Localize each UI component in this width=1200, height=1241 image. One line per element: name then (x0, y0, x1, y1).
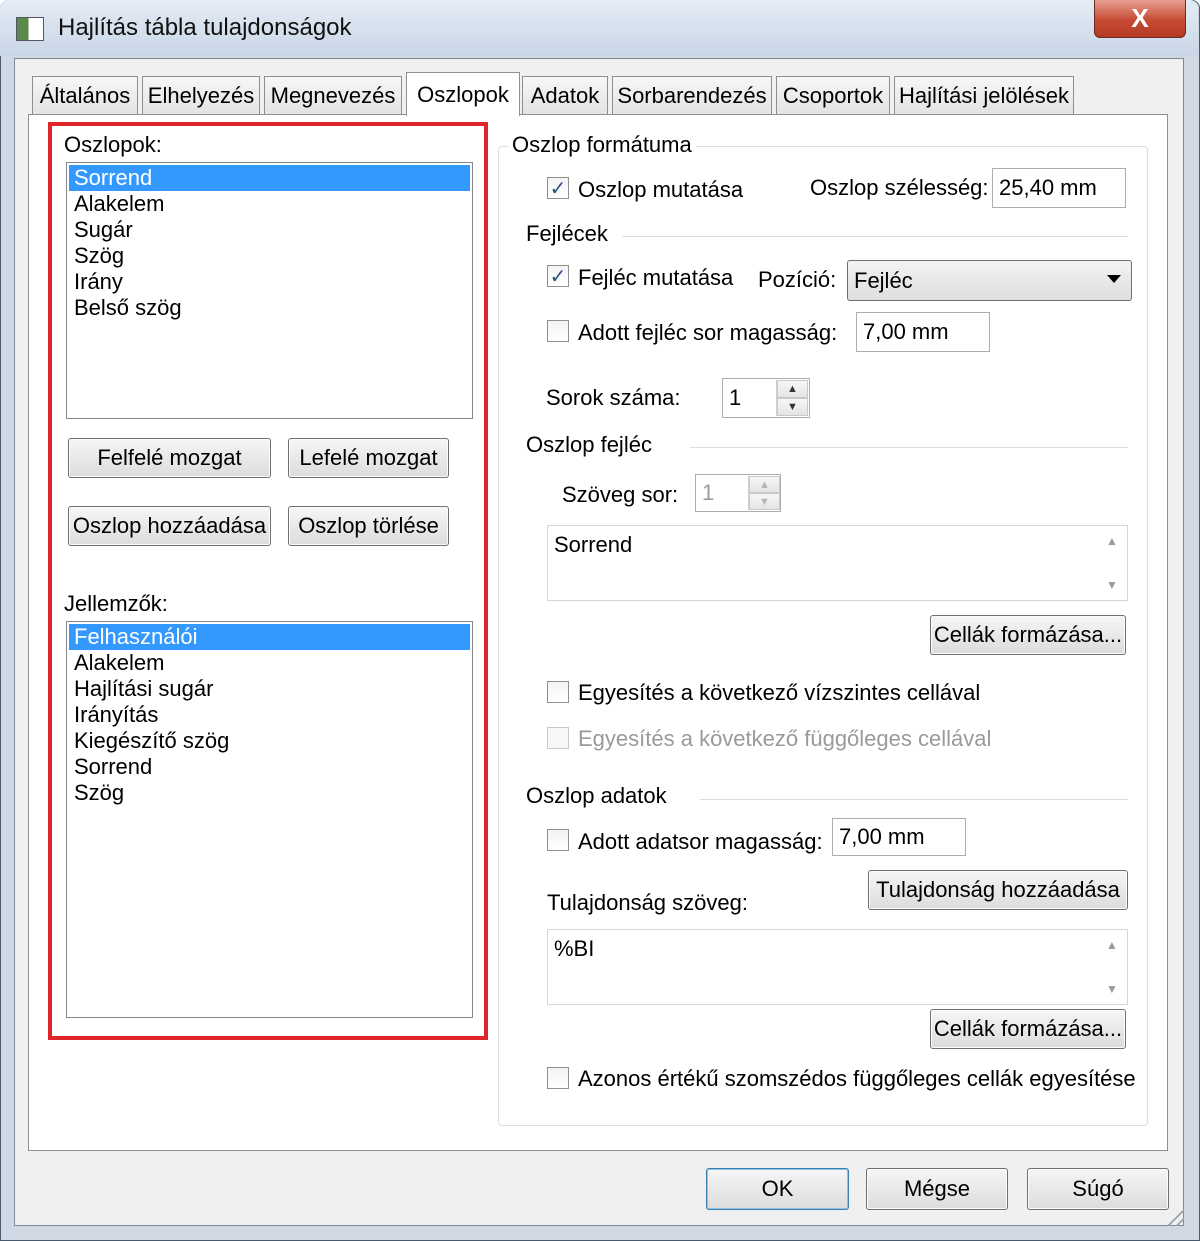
headers-separator (622, 236, 1128, 237)
merge-horizontal-checkbox[interactable] (547, 681, 569, 703)
tab-oszlopok[interactable]: Oszlopok (406, 72, 520, 116)
position-select-value: Fejléc (854, 267, 913, 293)
header-text: Sorrend (554, 532, 633, 557)
highlight-frame (48, 122, 488, 1040)
tab-csoportok[interactable]: Csoportok (776, 76, 890, 114)
cancel-button[interactable]: Mégse (866, 1168, 1008, 1210)
scroll-up-icon[interactable]: ▲ (1106, 534, 1118, 548)
header-text-area[interactable]: Sorrend ▲ ▼ (547, 525, 1128, 601)
format-cells-button-header[interactable]: Cellák formázása... (930, 615, 1126, 655)
column-width-input[interactable]: 25,40 mm (992, 168, 1126, 208)
chevron-down-icon (1107, 275, 1121, 283)
spin-up-icon[interactable]: ▲ (777, 380, 808, 398)
help-button[interactable]: Súgó (1027, 1168, 1169, 1210)
text-row-label: Szöveg sor: (562, 482, 679, 507)
column-header-title: Oszlop fejléc (526, 432, 652, 457)
column-format-title: Oszlop formátuma (508, 132, 696, 158)
tab-altalanos[interactable]: Általános (32, 76, 138, 114)
spin-up-icon[interactable]: ▲ (749, 476, 780, 493)
tab-hajlitasi-jelolesek[interactable]: Hajlítási jelölések (894, 76, 1074, 114)
merge-same-vertical-checkbox[interactable] (547, 1067, 569, 1089)
merge-horizontal-label: Egyesítés a következő vízszintes celláva… (578, 680, 981, 705)
header-row-height-input[interactable]: 7,00 mm (856, 312, 990, 352)
rows-count-value: 1 (729, 385, 742, 410)
text-row-value: 1 (702, 480, 715, 505)
tab-megnevezes[interactable]: Megnevezés (264, 76, 402, 114)
header-row-height-label: Adott fejléc sor magasság: (578, 320, 838, 345)
show-header-label: Fejléc mutatása (578, 265, 734, 290)
column-width-label: Oszlop szélesség: (810, 175, 989, 200)
scroll-down-icon[interactable]: ▼ (1106, 982, 1118, 996)
tab-elhelyezes[interactable]: Elhelyezés (142, 76, 260, 114)
property-text-scrollbar[interactable]: ▲ ▼ (1097, 930, 1127, 1004)
property-text-label: Tulajdonság szöveg: (547, 890, 748, 915)
spin-down-icon[interactable]: ▼ (777, 398, 808, 416)
merge-vertical-checkbox[interactable] (547, 727, 569, 749)
column-data-title: Oszlop adatok (526, 783, 667, 808)
rows-count-label: Sorok száma: (546, 385, 681, 410)
app-icon (16, 17, 44, 41)
close-button[interactable]: X (1094, 0, 1186, 38)
format-cells-button-data[interactable]: Cellák formázása... (930, 1009, 1126, 1049)
close-icon: X (1131, 3, 1149, 33)
data-row-height-checkbox[interactable] (547, 829, 569, 851)
position-label: Pozíció: (758, 267, 837, 292)
column-header-separator (690, 447, 1128, 448)
show-column-label: Oszlop mutatása (578, 177, 744, 202)
position-select[interactable]: Fejléc (847, 260, 1132, 301)
ok-button[interactable]: OK (706, 1168, 849, 1210)
header-row-height-checkbox[interactable] (547, 320, 569, 342)
headers-title: Fejlécek (526, 221, 608, 246)
merge-vertical-label: Egyesítés a következő függőleges celláva… (578, 726, 992, 751)
data-row-height-input[interactable]: 7,00 mm (832, 818, 966, 856)
tab-sorbarendezes[interactable]: Sorbarendezés (612, 76, 772, 114)
add-property-button[interactable]: Tulajdonság hozzáadása (868, 870, 1128, 910)
rows-count-spin-buttons[interactable]: ▲ ▼ (776, 380, 808, 416)
tab-adatok[interactable]: Adatok (522, 76, 608, 114)
show-header-checkbox[interactable]: ✓ (547, 265, 569, 288)
spin-down-icon[interactable]: ▼ (749, 493, 780, 510)
property-text-area[interactable]: %BI ▲ ▼ (547, 929, 1128, 1005)
scroll-down-icon[interactable]: ▼ (1106, 578, 1118, 592)
header-text-scrollbar[interactable]: ▲ ▼ (1097, 526, 1127, 600)
window-title: Hajlítás tábla tulajdonságok (58, 14, 352, 41)
data-row-height-label: Adott adatsor magasság: (578, 829, 823, 854)
merge-same-vertical-label: Azonos értékű szomszédos függőleges cell… (578, 1066, 1136, 1091)
scroll-up-icon[interactable]: ▲ (1106, 938, 1118, 952)
property-text: %BI (554, 936, 595, 961)
show-column-checkbox[interactable]: ✓ (547, 177, 569, 200)
text-row-spin-buttons[interactable]: ▲ ▼ (748, 476, 780, 510)
column-data-separator (700, 799, 1128, 800)
